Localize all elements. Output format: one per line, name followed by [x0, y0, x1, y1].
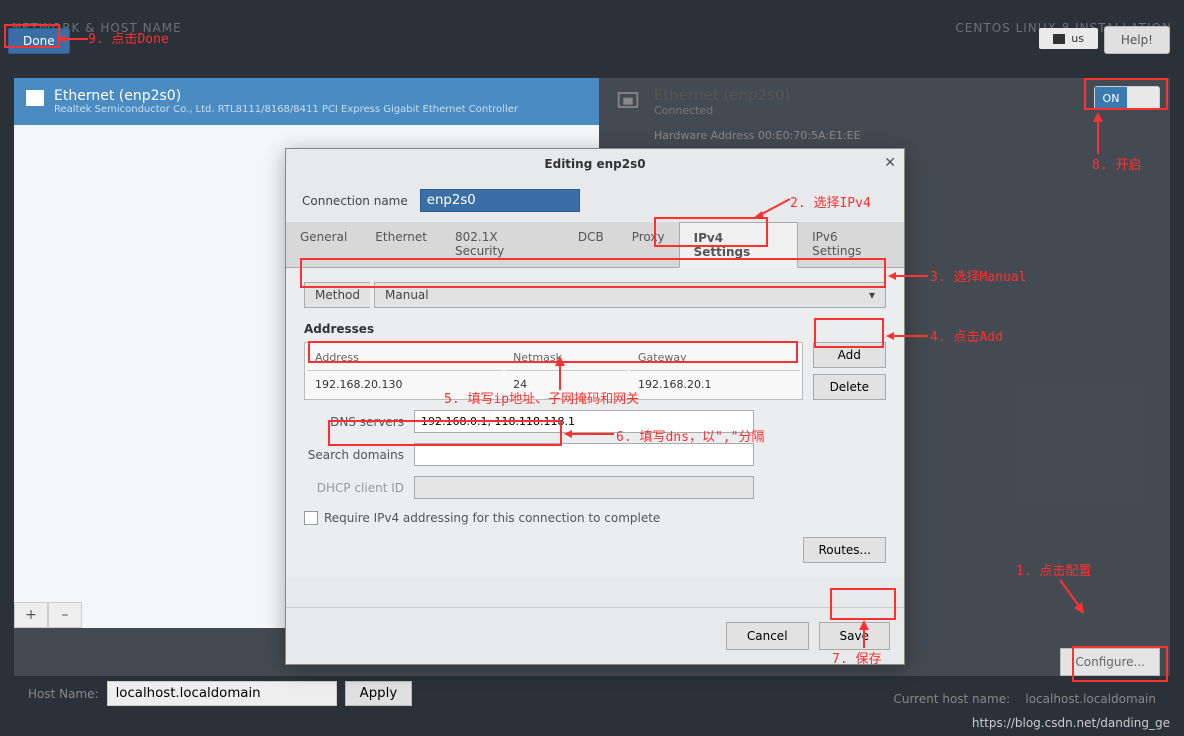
done-button[interactable]: Done — [8, 28, 70, 54]
interface-list-item[interactable]: Ethernet (enp2s0) Realtek Semiconductor … — [14, 78, 599, 125]
cell-netmask[interactable]: 24 — [505, 373, 628, 397]
interface-name: Ethernet (enp2s0) — [54, 88, 518, 104]
keyboard-icon — [1053, 34, 1065, 44]
watermark: https://blog.csdn.net/danding_ge — [972, 716, 1170, 730]
method-label: Method — [304, 282, 370, 308]
dns-label: DNS servers — [304, 415, 404, 429]
connection-name-label: Connection name — [302, 194, 408, 208]
addresses-table: Address Netmask Gateway 192.168.20.130 2… — [304, 342, 803, 400]
toggle-on-label: ON — [1095, 87, 1127, 109]
require-ipv4-checkbox[interactable] — [304, 511, 318, 525]
close-icon[interactable]: ✕ — [884, 155, 896, 171]
delete-address-button[interactable]: Delete — [813, 374, 886, 400]
hostname-label: Host Name: — [28, 687, 99, 701]
routes-button[interactable]: Routes... — [803, 537, 886, 563]
dialog-title: Editing enp2s0 — [544, 157, 645, 171]
edit-connection-dialog: Editing enp2s0 ✕ Connection name General… — [285, 148, 905, 665]
add-interface-button[interactable]: + — [14, 602, 48, 628]
ethernet-plug-icon — [614, 86, 642, 114]
method-select[interactable]: Manual ▾ — [374, 282, 886, 308]
dhcp-client-label: DHCP client ID — [304, 481, 404, 495]
hardware-address: Hardware Address 00:E0:70:5A:E1:EE — [654, 129, 861, 142]
remove-interface-button[interactable]: – — [48, 602, 82, 628]
dns-input[interactable] — [414, 410, 754, 433]
tab-dcb[interactable]: DCB — [564, 222, 618, 267]
ethernet-icon — [26, 90, 44, 106]
tab-ipv6-settings[interactable]: IPv6 Settings — [798, 222, 904, 267]
tab-general[interactable]: General — [286, 222, 361, 267]
toggle-slider — [1127, 87, 1159, 109]
interface-desc: Realtek Semiconductor Co., Ltd. RTL8111/… — [54, 104, 518, 115]
keyboard-indicator[interactable]: us — [1039, 28, 1098, 49]
chevron-down-icon: ▾ — [869, 288, 875, 302]
search-domains-label: Search domains — [304, 448, 404, 462]
col-address: Address — [307, 345, 503, 371]
cell-address[interactable]: 192.168.20.130 — [307, 373, 503, 397]
current-hostname-label: Current host name: — [893, 692, 1010, 706]
require-ipv4-label: Require IPv4 addressing for this connect… — [324, 511, 660, 525]
status-state: Connected — [654, 104, 861, 117]
method-value: Manual — [385, 288, 429, 302]
connection-name-input[interactable] — [420, 189, 580, 212]
configure-button[interactable]: Configure... — [1060, 648, 1160, 676]
tab-ethernet[interactable]: Ethernet — [361, 222, 441, 267]
col-gateway: Gateway — [630, 345, 800, 371]
search-domains-input[interactable] — [414, 443, 754, 466]
current-hostname-value: localhost.localdomain — [1025, 692, 1156, 706]
cancel-button[interactable]: Cancel — [726, 622, 809, 650]
table-row[interactable]: 192.168.20.130 24 192.168.20.1 — [307, 373, 800, 397]
col-netmask: Netmask — [505, 345, 628, 371]
addresses-heading: Addresses — [304, 322, 886, 336]
help-button[interactable]: Help! — [1104, 26, 1170, 54]
keyboard-layout-label: us — [1071, 32, 1084, 45]
dhcp-client-input — [414, 476, 754, 499]
save-button[interactable]: Save — [819, 622, 890, 650]
hostname-input[interactable] — [107, 681, 337, 706]
tab-ipv4-settings[interactable]: IPv4 Settings — [679, 222, 799, 268]
status-interface-name: Ethernet (enp2s0) — [654, 86, 861, 104]
cell-gateway[interactable]: 192.168.20.1 — [630, 373, 800, 397]
add-address-button[interactable]: Add — [813, 342, 886, 368]
connection-toggle[interactable]: ON — [1094, 86, 1160, 110]
tab-8021x[interactable]: 802.1X Security — [441, 222, 564, 267]
tab-proxy[interactable]: Proxy — [618, 222, 679, 267]
apply-hostname-button[interactable]: Apply — [345, 681, 413, 706]
